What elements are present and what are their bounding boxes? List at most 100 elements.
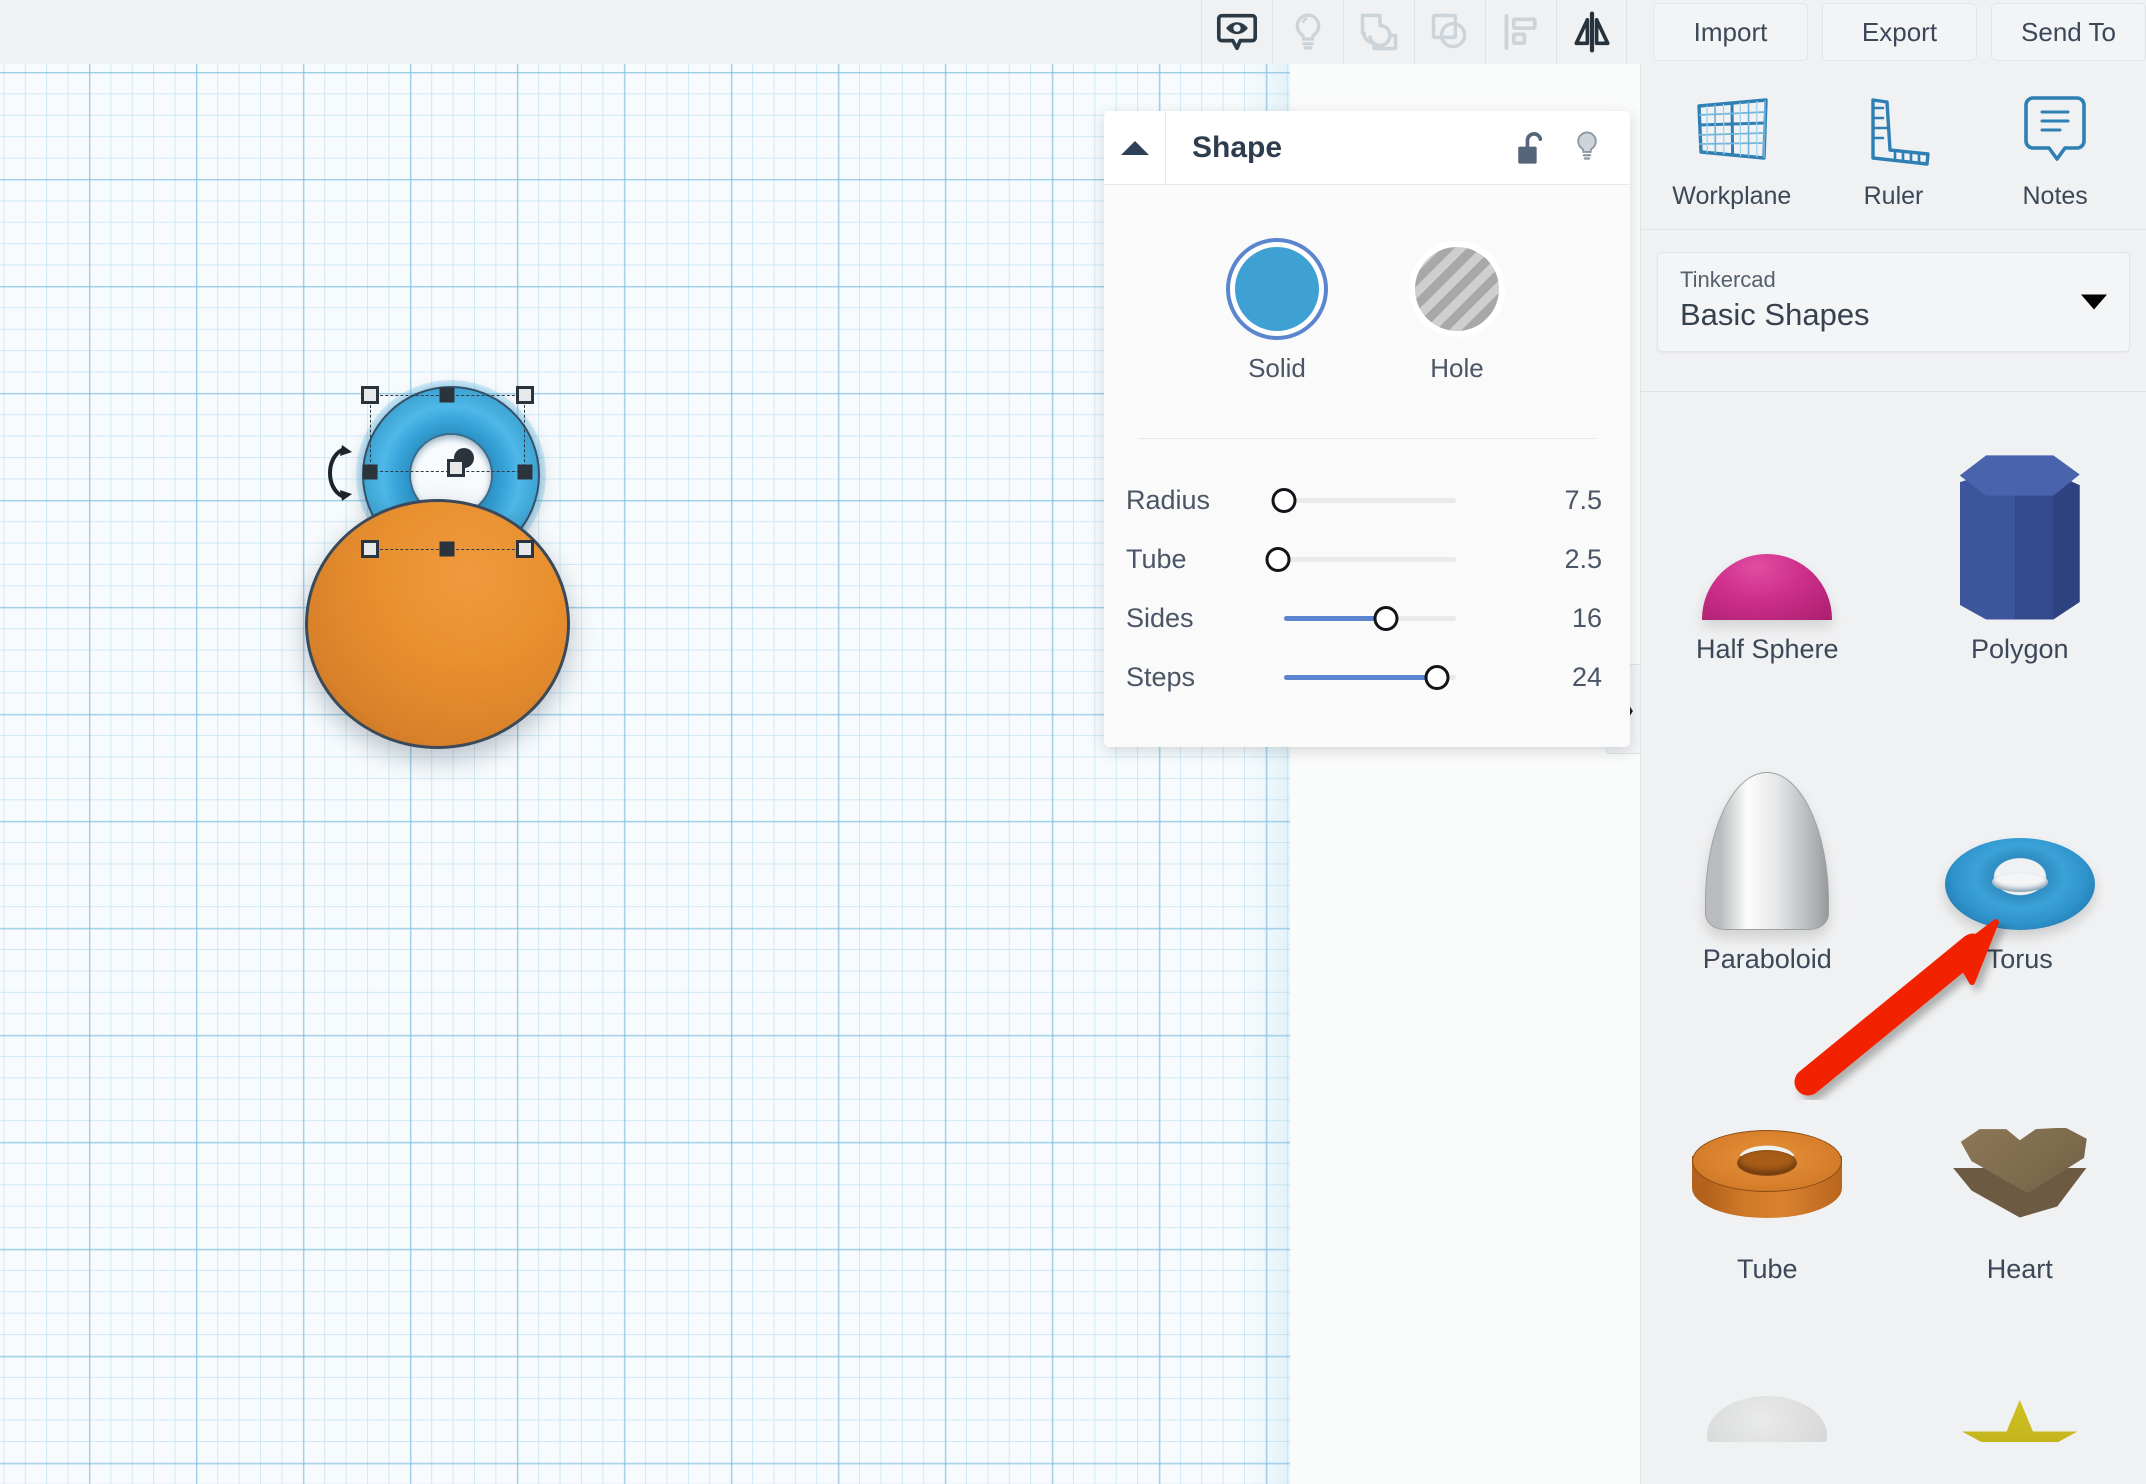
inspector-collapse-button[interactable] — [1104, 111, 1166, 185]
solid-color-swatch[interactable] — [1235, 247, 1319, 331]
slider-fill — [1284, 675, 1437, 680]
partial-thumbnail-right — [1960, 1322, 2080, 1442]
slider-knob-radius[interactable] — [1271, 488, 1297, 513]
view-tools-group — [1201, 0, 1627, 64]
workplane-grid[interactable] — [0, 64, 1290, 1484]
resize-handle-mid-left[interactable] — [362, 464, 378, 480]
slider-value-tube[interactable]: 2.5 — [1510, 544, 1630, 575]
shape-tube[interactable]: Tube — [1641, 1012, 1894, 1322]
inspector-header-icons — [1514, 127, 1630, 169]
shape-paraboloid[interactable]: Paraboloid — [1641, 702, 1894, 1012]
slider-row-radius: Radius 7.5 — [1104, 471, 1630, 530]
sphere-object[interactable] — [305, 499, 570, 749]
clipped-shape-row — [1641, 362, 2146, 392]
shape-polygon[interactable]: Polygon — [1894, 392, 2146, 702]
align-icon-button[interactable] — [1485, 0, 1556, 64]
light-bulb-icon-button[interactable] — [1272, 0, 1343, 64]
shape-heart[interactable]: Heart — [1894, 1012, 2146, 1322]
tube-thumbnail — [1692, 1050, 1843, 1240]
send-to-button[interactable]: Send To — [1991, 3, 2146, 61]
shape-parameter-sliders: Radius 7.5 Tube 2.5 Sides 16 Steps 24 — [1104, 439, 1630, 713]
slider-row-tube: Tube 2.5 — [1104, 530, 1630, 589]
slider-track-sides[interactable] — [1270, 589, 1510, 648]
shape-partial-left[interactable] — [1641, 1322, 1894, 1442]
sidebar-label-notes: Notes — [2022, 182, 2088, 210]
shape-library-dropdown[interactable]: Tinkercad Basic Shapes — [1657, 252, 2130, 352]
import-button[interactable]: Import — [1653, 3, 1808, 61]
ruler-icon — [1871, 98, 1931, 166]
sidebar-item-ruler[interactable]: Ruler — [1818, 92, 1968, 211]
mirror-icon — [1573, 11, 1610, 53]
slider-rail — [1284, 557, 1456, 562]
slider-track-radius[interactable] — [1270, 471, 1510, 530]
resize-handle-mid-right[interactable] — [517, 464, 533, 480]
tinkercad-app: Import Export Send To Shape Solid Hole R… — [0, 0, 2146, 1484]
mode-hole[interactable]: Hole — [1415, 247, 1499, 384]
unlock-icon-button[interactable] — [1514, 128, 1548, 168]
slider-label-steps: Steps — [1126, 662, 1196, 692]
library-supertitle: Tinkercad — [1680, 267, 1776, 292]
resize-handle-top-center[interactable] — [439, 387, 455, 403]
sphere-handle-left[interactable] — [361, 540, 379, 558]
unlock-icon — [1518, 131, 1543, 164]
slider-value-radius[interactable]: 7.5 — [1510, 485, 1630, 516]
chevron-up-icon — [1120, 140, 1149, 155]
slider-row-sides: Sides 16 — [1104, 589, 1630, 648]
light-bulb-icon-button-inspector[interactable] — [1570, 127, 1604, 169]
slider-knob-sides[interactable] — [1373, 606, 1399, 631]
slider-label-radius: Radius — [1126, 485, 1211, 515]
sidebar-item-workplane[interactable]: Workplane — [1657, 92, 1807, 211]
top-toolbar: Import Export Send To — [0, 0, 2146, 64]
sidebar-item-notes[interactable]: Notes — [1980, 92, 2130, 211]
inspector-title: Shape — [1192, 130, 1283, 164]
sidebar-label-ruler: Ruler — [1863, 182, 1924, 210]
shape-label-paraboloid: Paraboloid — [1702, 943, 1832, 974]
group-icon — [1360, 13, 1398, 51]
slider-fill — [1284, 616, 1386, 621]
mode-hole-label: Hole — [1430, 353, 1484, 383]
shape-half-sphere[interactable]: Half Sphere — [1641, 392, 1894, 702]
clipped-row-text — [1641, 362, 2146, 369]
shape-grid: Half Sphere Polygon Paraboloid Torus Tub… — [1641, 392, 2146, 1442]
slider-knob-tube[interactable] — [1265, 547, 1291, 572]
group-icon-button[interactable] — [1343, 0, 1414, 64]
rotate-handle-icon[interactable] — [312, 444, 354, 502]
mode-solid-label: Solid — [1248, 353, 1306, 383]
resize-handle-top-right[interactable] — [516, 386, 534, 404]
sphere-handle-right[interactable] — [516, 540, 534, 558]
center-handle[interactable] — [447, 459, 465, 477]
chevron-down-icon[interactable] — [2081, 294, 2107, 310]
library-title: Basic Shapes — [1680, 297, 1870, 332]
resize-handle-top-left[interactable] — [361, 386, 379, 404]
inspector-body: Solid Hole Radius 7.5 Tube 2.5 Sides 16 … — [1104, 185, 1630, 747]
shape-label-heart: Heart — [1986, 1253, 2053, 1284]
slider-track-tube[interactable] — [1265, 530, 1510, 589]
slider-label-tube: Tube — [1126, 544, 1187, 574]
hole-pattern-swatch[interactable] — [1415, 247, 1499, 331]
slider-value-steps[interactable]: 24 — [1510, 662, 1630, 693]
view-hide-icon-button[interactable] — [1201, 0, 1272, 64]
inspector-header: Shape — [1104, 111, 1630, 185]
half-sphere-thumbnail — [1702, 430, 1833, 620]
shape-grid-scroll[interactable]: Half Sphere Polygon Paraboloid Torus Tub… — [1641, 362, 2146, 1484]
ungroup-icon-button[interactable] — [1414, 0, 1485, 64]
slider-label-sides: Sides — [1126, 603, 1194, 633]
shape-torus[interactable]: Torus — [1894, 702, 2146, 1012]
export-button[interactable]: Export — [1822, 3, 1977, 61]
paraboloid-thumbnail — [1705, 740, 1830, 930]
partial-thumbnail-left — [1707, 1322, 1828, 1442]
shape-partial-right[interactable] — [1894, 1322, 2146, 1442]
slider-track-steps[interactable] — [1270, 648, 1510, 707]
light-bulb-icon — [1295, 13, 1321, 50]
slider-row-steps: Steps 24 — [1104, 648, 1630, 707]
mode-solid[interactable]: Solid — [1235, 247, 1319, 384]
workplane-grid-icon — [1697, 98, 1768, 160]
mirror-icon-button[interactable] — [1556, 0, 1627, 64]
light-bulb-icon — [1577, 130, 1597, 160]
slider-value-sides[interactable]: 16 — [1510, 603, 1630, 634]
slider-knob-steps[interactable] — [1424, 665, 1450, 690]
shape-inspector-panel: Shape Solid Hole Radius 7.5 Tube 2.5 Sid… — [1104, 111, 1630, 747]
sidebar-tool-row: Workplane Ruler Notes — [1641, 64, 2146, 230]
sphere-handle-center[interactable] — [439, 541, 455, 557]
